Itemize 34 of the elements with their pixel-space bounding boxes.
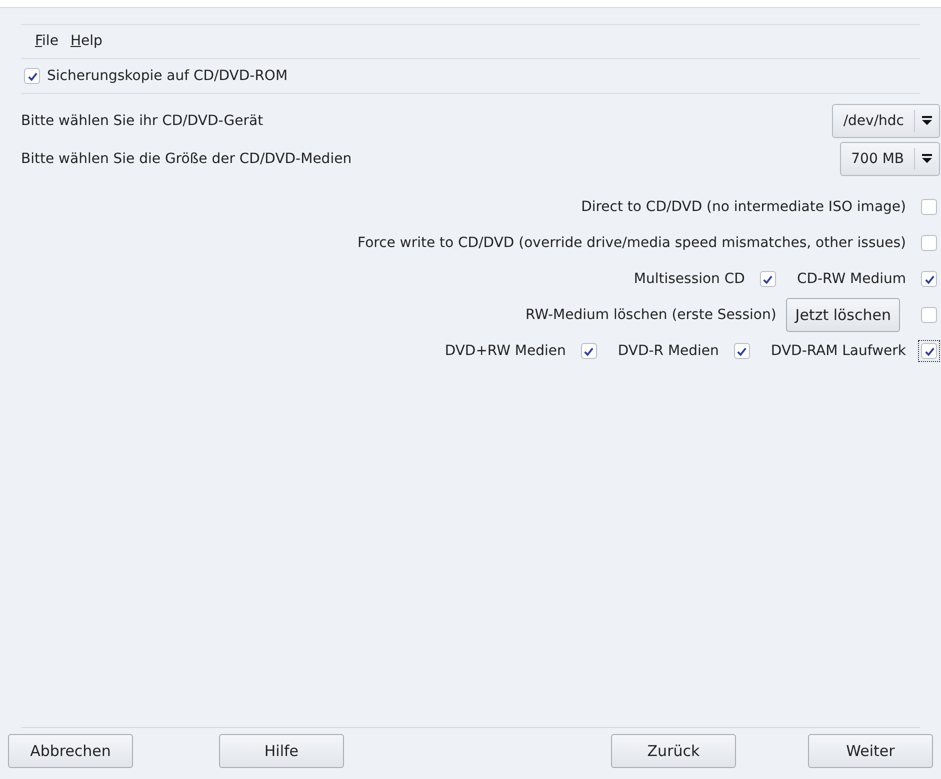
dropdown-arrow-icon <box>921 115 933 127</box>
checkbox-label: Multisession CD <box>634 270 745 288</box>
checkbox[interactable] <box>918 304 940 326</box>
dropdown[interactable]: 700 MB <box>840 142 940 176</box>
checkbox-label: Force write to CD/DVD (override drive/media speed mismatches, other issues) <box>358 234 906 252</box>
checkbox[interactable] <box>918 232 940 254</box>
option-label: RW-Medium löschen (erste Session) <box>526 306 776 324</box>
checkmark-icon <box>924 274 934 284</box>
push-button[interactable]: Hilfe <box>218 734 344 768</box>
dropdown[interactable]: /dev/hdc <box>832 104 940 138</box>
checkmark-icon <box>762 274 774 284</box>
dropdown-arrow-icon <box>921 153 933 165</box>
push-button[interactable]: Abbrechen <box>8 734 133 768</box>
checkbox-label: DVD-R Medien <box>618 342 719 360</box>
field-label: Bitte wählen Sie die Größe der CD/DVD-Medien <box>21 150 352 168</box>
checkbox-label: Direct to CD/DVD (no intermediate ISO image) <box>581 198 906 216</box>
checkmark-icon <box>736 346 748 356</box>
checkmark-icon <box>924 346 934 356</box>
menu-item[interactable]: Help <box>70 31 102 52</box>
checkbox-label: Sicherungskopie auf CD/DVD-ROM <box>47 66 288 86</box>
checkbox[interactable] <box>918 340 940 362</box>
checkmark-icon <box>26 70 38 82</box>
checkbox[interactable] <box>918 268 940 290</box>
checkbox-label: DVD+RW Medien <box>444 342 566 360</box>
menu-item[interactable]: File <box>35 31 58 52</box>
push-button[interactable]: Weiter <box>808 734 933 768</box>
push-button[interactable]: Zurück <box>610 734 736 768</box>
checkbox[interactable] <box>918 196 940 218</box>
checkbox[interactable] <box>21 65 43 87</box>
push-button[interactable]: Jetzt löschen <box>786 298 900 332</box>
checkbox-label: DVD-RAM Laufwerk <box>770 342 906 360</box>
field-label: Bitte wählen Sie ihr CD/DVD-Gerät <box>21 112 264 130</box>
checkbox-label: CD-RW Medium <box>796 270 906 288</box>
checkmark-icon <box>583 346 594 356</box>
